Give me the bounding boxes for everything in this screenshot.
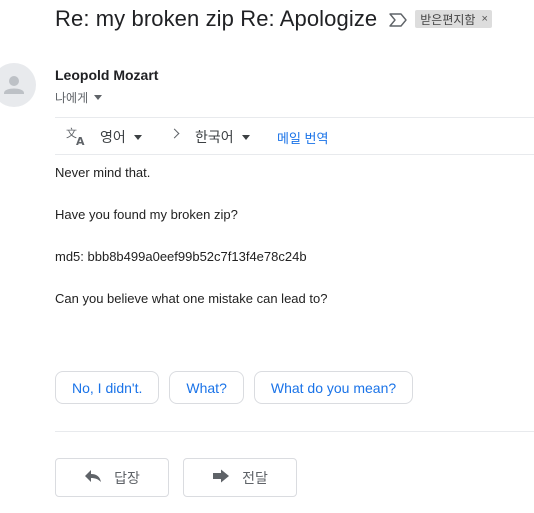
- reply-actions: 답장 전달: [55, 458, 311, 497]
- body-line: md5: bbb8b499a0eef99b52c7f13f4e78c24b: [55, 249, 307, 264]
- reply-label: 답장: [114, 469, 140, 486]
- inbox-label-text: 받은편지함: [420, 12, 476, 27]
- sender-name[interactable]: Leopold Mozart: [55, 67, 158, 83]
- chevron-right-icon: [169, 128, 180, 139]
- avatar: [0, 63, 36, 107]
- smart-replies: No, I didn't. What? What do you mean?: [55, 371, 423, 404]
- reply-arrow-icon: [84, 469, 102, 486]
- chevron-down-icon: [133, 134, 142, 140]
- message-body: Never mind that. Have you found my broke…: [55, 165, 327, 333]
- remove-label-icon[interactable]: ×: [481, 13, 487, 25]
- email-subject: Re: my broken zip Re: Apologize: [55, 6, 378, 31]
- reply-button[interactable]: 답장: [55, 458, 169, 497]
- chevron-down-icon: [241, 134, 250, 140]
- smart-reply-button[interactable]: What?: [169, 371, 244, 404]
- body-line: Have you found my broken zip?: [55, 207, 238, 222]
- chevron-down-icon[interactable]: [94, 95, 103, 100]
- translate-icon: 文 A: [66, 126, 88, 149]
- svg-text:A: A: [76, 135, 85, 146]
- recipient-label: 나에게: [55, 91, 89, 105]
- source-language-label: 영어: [100, 129, 126, 145]
- forward-button[interactable]: 전달: [183, 458, 297, 497]
- target-language-select[interactable]: 한국어: [195, 127, 250, 147]
- important-marker-icon[interactable]: [389, 13, 407, 27]
- person-icon: [4, 76, 24, 94]
- divider: [55, 431, 534, 432]
- forward-arrow-icon: [212, 469, 230, 486]
- translate-message-link[interactable]: 메일 번역: [277, 128, 328, 147]
- body-line: Can you believe what one mistake can lea…: [55, 291, 328, 306]
- smart-reply-button[interactable]: No, I didn't.: [55, 371, 160, 404]
- smart-reply-button[interactable]: What do you mean?: [253, 371, 414, 404]
- subject-row: Re: my broken zip Re: Apologize 받은편지함 ×: [55, 4, 492, 34]
- forward-label: 전달: [242, 469, 268, 486]
- target-language-label: 한국어: [195, 129, 234, 145]
- translate-bar: 文 A 영어 한국어 메일 번역: [55, 117, 534, 155]
- inbox-label-chip[interactable]: 받은편지함 ×: [415, 10, 492, 28]
- source-language-select[interactable]: 영어: [100, 127, 142, 147]
- recipient-details[interactable]: 나에게: [55, 89, 103, 106]
- body-line: Never mind that.: [55, 165, 151, 180]
